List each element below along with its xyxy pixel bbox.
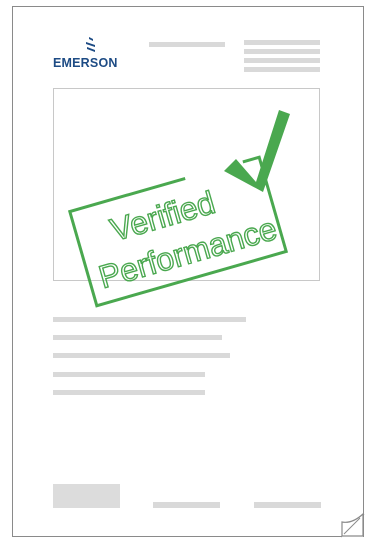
footer-text-line xyxy=(153,502,220,508)
body-text-line xyxy=(53,390,205,395)
verified-performance-stamp: Verified Performance xyxy=(67,110,290,308)
footer-block xyxy=(53,484,120,508)
body-text-line xyxy=(53,317,246,322)
page-curl-icon xyxy=(340,512,365,538)
body-text-line xyxy=(53,353,230,358)
body-text-line xyxy=(53,335,222,340)
footer-text-line xyxy=(254,502,321,508)
body-text-line xyxy=(53,372,205,377)
